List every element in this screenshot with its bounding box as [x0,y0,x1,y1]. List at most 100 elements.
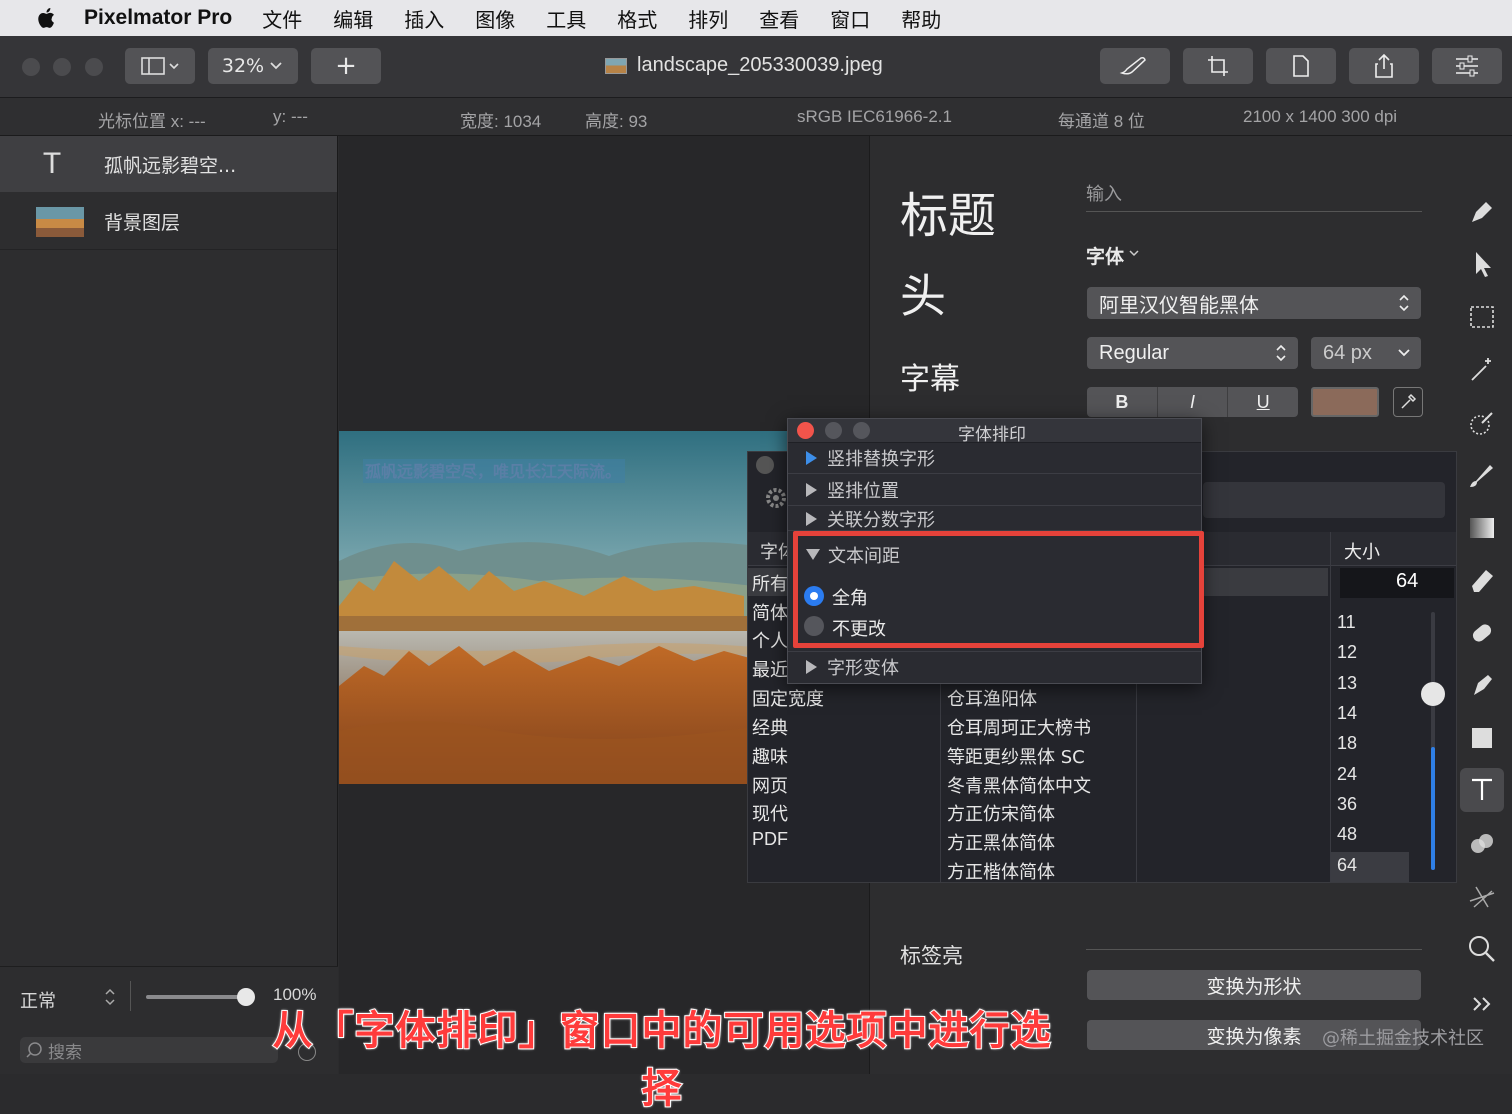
underline-button[interactable]: U [1228,392,1298,413]
eyedropper-button[interactable] [1393,387,1423,417]
blend-mode-select[interactable]: 正常 [20,987,56,1013]
add-button[interactable]: + [311,48,381,84]
distort-icon[interactable] [1466,881,1498,913]
app-menu[interactable]: Pixelmator Pro [84,6,232,30]
zoom-window-button[interactable] [85,58,103,76]
font-family-item[interactable]: 仓耳渔阳体 [947,685,1037,711]
font-style-select[interactable]: Regular [1087,337,1298,369]
apple-icon[interactable] [34,5,60,31]
minimize-window-button[interactable] [53,58,71,76]
size-slider-knob[interactable] [1421,682,1445,706]
font-family-item[interactable]: 等距更纱黑体 SC [947,743,1085,769]
magic-wand-icon[interactable] [1466,354,1498,386]
size-item[interactable]: 13 [1337,673,1357,694]
size-item[interactable]: 11 [1337,612,1356,633]
menu-format[interactable]: 格式 [617,4,657,33]
more-tools-icon[interactable] [1466,988,1498,1020]
zoom-icon[interactable] [1466,933,1498,965]
typography-zoom-button[interactable] [853,422,870,439]
collection-item[interactable]: 简体 [752,599,788,625]
export-button[interactable] [1266,48,1336,84]
share-button[interactable] [1349,48,1419,84]
menu-edit[interactable]: 编辑 [333,4,373,33]
section-vertical-position[interactable]: 竖排位置 [788,475,1201,506]
font-size-select[interactable]: 64 px [1311,337,1421,369]
font-family-item[interactable]: 方正楷体简体 [947,858,1055,884]
typography-close-button[interactable] [797,422,814,439]
layer-search-input[interactable]: 搜索 [20,1037,278,1063]
color-balance-icon[interactable] [1466,828,1498,860]
style-brush-icon[interactable] [1466,196,1498,228]
photo-overlay-text[interactable]: 孤帆远影碧空尽，唯见长江天际流。 [365,462,621,481]
collection-item[interactable]: 趣味 [752,743,788,769]
type-tool-button[interactable] [1460,768,1504,812]
font-family-item[interactable]: 冬青黑体简体中文 [947,772,1091,798]
size-item[interactable]: 14 [1337,703,1357,724]
layer-background[interactable]: 背景图层 [0,194,337,250]
zoom-dropdown[interactable]: 32% [208,48,298,84]
menu-tools[interactable]: 工具 [546,4,586,33]
color-adjust-icon[interactable] [1466,407,1498,439]
size-item[interactable]: 24 [1337,764,1357,785]
size-input[interactable]: 64 [1340,568,1454,598]
font-section-label[interactable]: 字体 [1086,242,1124,269]
italic-button[interactable]: I [1158,392,1228,413]
sidebar-toggle-button[interactable] [125,48,195,84]
collection-item[interactable]: 固定宽度 [752,685,824,711]
style-preset-title[interactable]: 标题 [900,176,996,246]
shape-icon[interactable] [1466,722,1498,754]
font-family-select[interactable]: 阿里汉仪智能黑体 [1087,287,1421,319]
collection-item[interactable]: PDF [752,829,788,850]
text-input-placeholder[interactable]: 输入 [1086,180,1122,206]
close-window-button[interactable] [22,58,40,76]
font-family-item[interactable]: 方正仿宋简体 [947,800,1055,826]
layer-text[interactable]: T 孤帆远影碧空... [0,136,337,192]
font-search-field[interactable] [1203,482,1445,518]
collection-item[interactable]: 网页 [752,772,788,798]
menu-view[interactable]: 查看 [759,4,799,33]
style-preset-header[interactable]: 头 [900,260,946,326]
selection-icon[interactable] [1466,301,1498,333]
size-item[interactable]: 18 [1337,733,1357,754]
section-vertical-alternates[interactable]: 竖排替换字形 [788,443,1201,474]
menu-image[interactable]: 图像 [475,4,515,33]
size-slider[interactable] [1421,612,1445,870]
canvas-image[interactable]: 孤帆远影碧空尽，唯见长江天际流。 [339,431,789,784]
size-item[interactable]: 36 [1337,794,1357,815]
style-preset-subtitle[interactable]: 字幕 [900,354,960,398]
collection-item[interactable]: 个人 [752,627,788,653]
pen-icon[interactable] [1466,669,1498,701]
typography-minimize-button[interactable] [825,422,842,439]
section-glyph-variants[interactable]: 字形变体 [788,651,1201,682]
collection-item[interactable]: 所有 [752,570,788,596]
size-item[interactable]: 48 [1337,824,1357,845]
retouch-icon[interactable] [1466,617,1498,649]
adjustments-button[interactable] [1432,48,1502,84]
menu-insert[interactable]: 插入 [404,4,444,33]
arrange-pointer-icon[interactable] [1466,248,1498,280]
font-family-item[interactable]: 仓耳周珂正大榜书 [947,714,1091,740]
size-item[interactable]: 64 [1337,855,1357,876]
size-item[interactable]: 12 [1337,642,1357,663]
eraser-icon[interactable] [1466,564,1498,596]
tools-button[interactable] [1100,48,1170,84]
font-family-item[interactable]: 方正黑体简体 [947,829,1055,855]
menu-arrange[interactable]: 排列 [688,4,728,33]
section-fraction-forms[interactable]: 关联分数字形 [788,507,1201,531]
collection-item[interactable]: 最近 [752,656,788,682]
opacity-slider-knob[interactable] [237,988,255,1006]
gear-icon[interactable] [764,484,788,512]
gradient-icon[interactable] [1466,512,1498,544]
crop-button[interactable] [1183,48,1253,84]
collection-item[interactable]: 现代 [752,800,788,826]
convert-to-shape-button[interactable]: 变换为形状 [1087,970,1421,1000]
menu-help[interactable]: 帮助 [901,4,941,33]
menu-file[interactable]: 文件 [262,4,302,33]
bold-button[interactable]: B [1087,392,1157,413]
opacity-slider[interactable] [146,988,255,1006]
menu-window[interactable]: 窗口 [830,4,870,33]
fonts-panel-close-button[interactable] [756,456,774,474]
collection-item[interactable]: 经典 [752,714,788,740]
paint-brush-icon[interactable] [1466,459,1498,491]
text-color-well[interactable] [1311,387,1379,417]
